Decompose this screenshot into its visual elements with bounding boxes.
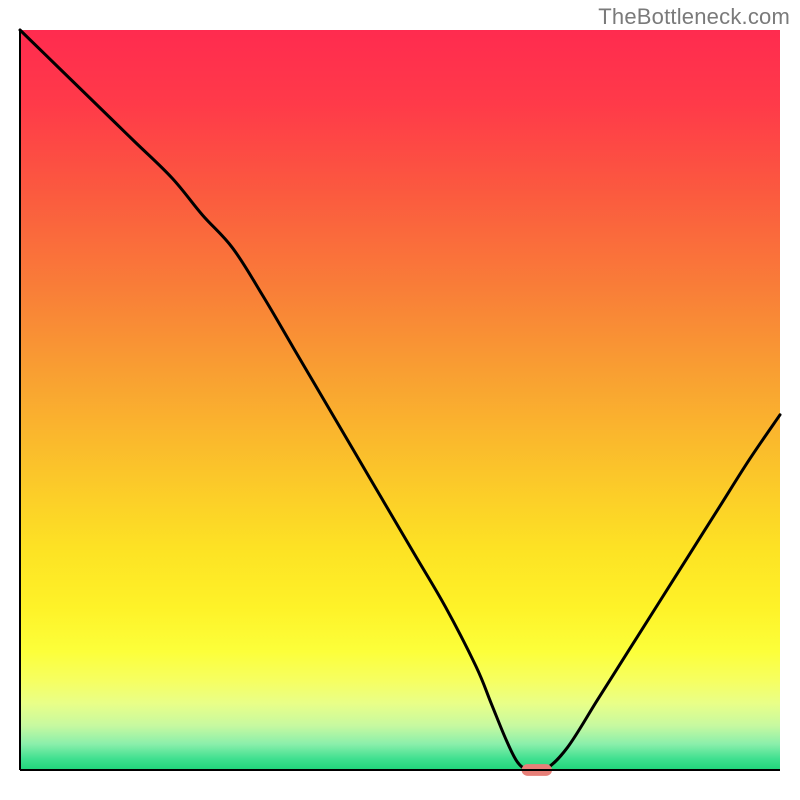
watermark-text: TheBottleneck.com	[598, 4, 790, 30]
bottleneck-chart: TheBottleneck.com	[0, 0, 800, 800]
chart-svg	[0, 0, 800, 800]
